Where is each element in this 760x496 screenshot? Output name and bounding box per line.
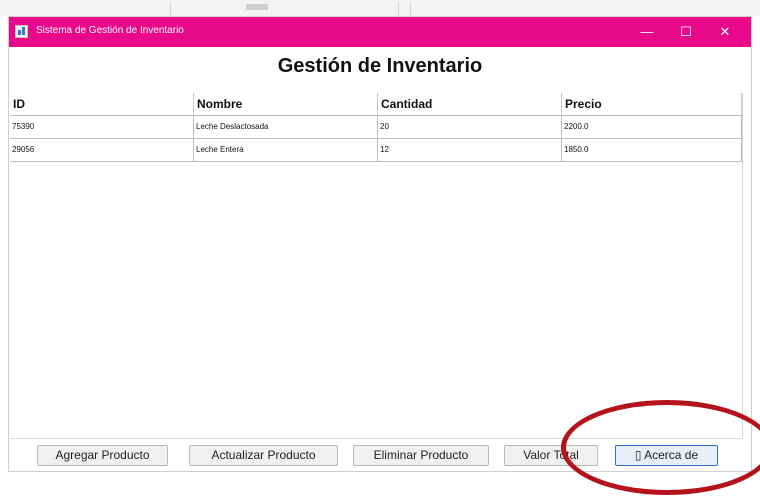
column-header-precio[interactable]: Precio (562, 93, 742, 115)
table-row[interactable]: 29056 Leche Entera 12 1850.0 (10, 139, 742, 162)
add-product-button[interactable]: Agregar Producto (37, 445, 168, 466)
inventory-table[interactable]: ID Nombre Cantidad Precio 75390 Leche De… (10, 93, 743, 439)
cell-nombre[interactable]: Leche Deslactosada (194, 116, 378, 138)
background-divider (410, 2, 411, 16)
close-button[interactable]: ✕ (712, 20, 738, 44)
background-window-strip (0, 0, 760, 16)
table-row[interactable]: 75390 Leche Deslactosada 20 2200.0 (10, 116, 742, 139)
inventory-window: Sistema de Gestión de Inventario — ☐ ✕ G… (8, 16, 752, 472)
maximize-button[interactable]: ☐ (673, 20, 699, 44)
cell-nombre[interactable]: Leche Entera (194, 139, 378, 161)
column-header-cantidad[interactable]: Cantidad (378, 93, 562, 115)
cell-cantidad[interactable]: 12 (378, 139, 562, 161)
column-header-nombre[interactable]: Nombre (194, 93, 378, 115)
background-divider (170, 2, 171, 16)
background-divider (398, 2, 399, 16)
delete-product-button[interactable]: Eliminar Producto (353, 445, 489, 466)
total-value-button[interactable]: Valor Total (504, 445, 598, 466)
background-bar (246, 4, 268, 10)
window-title: Sistema de Gestión de Inventario (36, 25, 184, 36)
cell-cantidad[interactable]: 20 (378, 116, 562, 138)
title-bar[interactable]: Sistema de Gestión de Inventario — ☐ ✕ (9, 17, 751, 47)
about-button[interactable]: ▯ Acerca de (615, 445, 718, 466)
update-product-button[interactable]: Actualizar Producto (189, 445, 338, 466)
cell-precio[interactable]: 1850.0 (562, 139, 742, 161)
cell-id[interactable]: 29056 (10, 139, 194, 161)
minimize-button[interactable]: — (634, 20, 660, 44)
table-header: ID Nombre Cantidad Precio (10, 93, 742, 116)
cell-precio[interactable]: 2200.0 (562, 116, 742, 138)
cell-id[interactable]: 75390 (10, 116, 194, 138)
column-header-id[interactable]: ID (10, 93, 194, 115)
app-icon (15, 25, 28, 38)
page-title: Gestión de Inventario (277, 55, 483, 77)
